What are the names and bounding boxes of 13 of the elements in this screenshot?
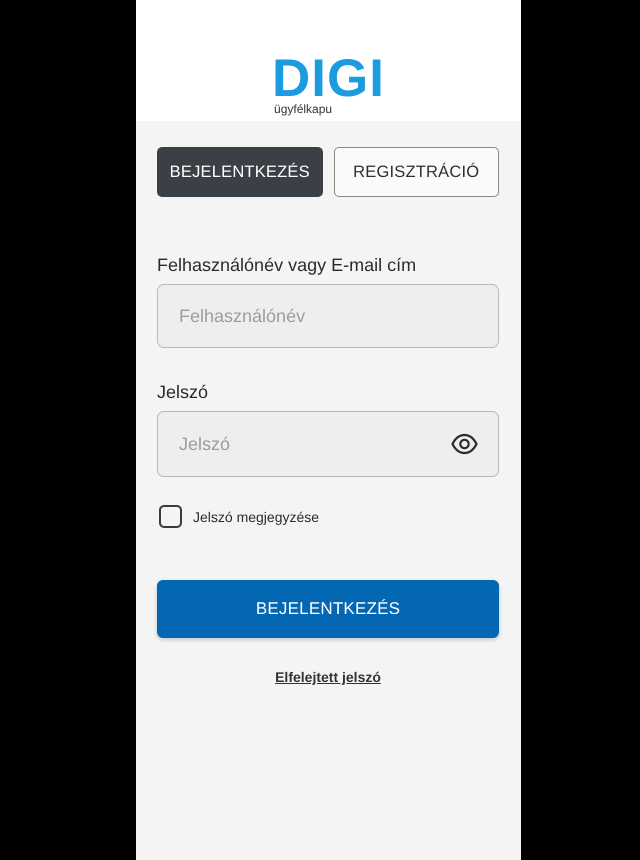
logo-subtitle: ügyfélkapu [274,102,332,116]
tab[interactable]: BEJELENTKEZÉS [157,147,322,197]
checkbox-label: Jelszó megjegyzése [193,508,320,524]
field-label: Jelszó [157,381,208,404]
field-label: Felhasználónév vagy E-mail cím [157,254,416,277]
eye-icon[interactable] [451,433,478,455]
login-button[interactable]: BEJELENTKEZÉS [157,580,499,638]
forgot-password-link[interactable]: Elfelejtett jelszó [275,669,381,685]
checkbox[interactable] [159,505,182,528]
username-field[interactable]: Felhasználónév [157,284,499,348]
logo-text: DIGI [272,56,385,102]
password-field[interactable]: Jelszó [157,411,499,477]
tab[interactable]: REGISZTRÁCIÓ [334,147,499,197]
